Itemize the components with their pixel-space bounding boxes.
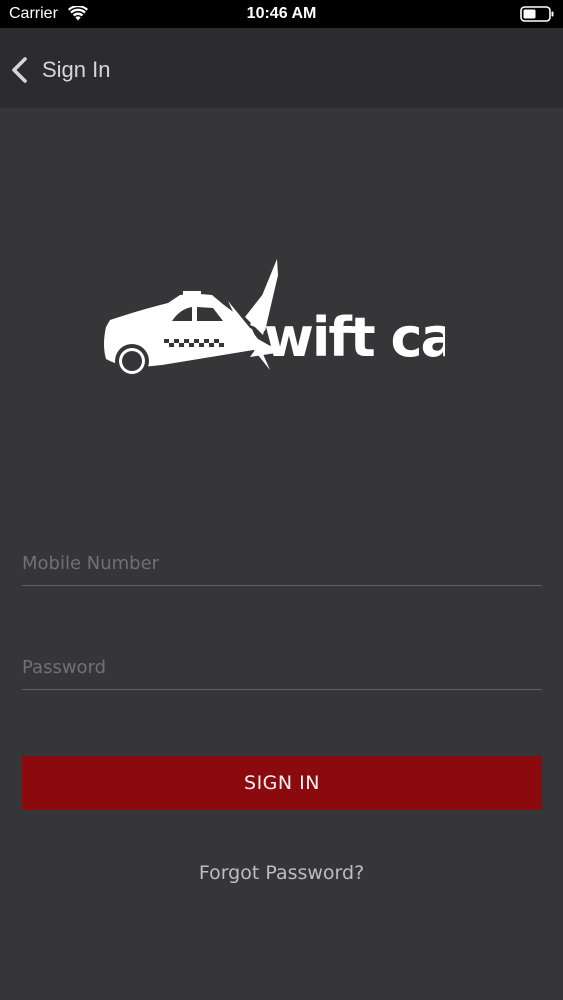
sign-in-button[interactable]: SIGN IN [22,756,542,810]
chevron-left-icon [12,57,27,83]
password-field [22,646,542,690]
swift-cab-logo: wift cab [104,259,445,378]
svg-text:wift cab: wift cab [264,306,445,369]
battery-icon [520,6,554,22]
status-time: 10:46 AM [246,5,317,22]
status-bar: Carrier 10:46 AM [0,0,563,28]
forgot-password-link[interactable]: Forgot Password? [0,862,563,884]
password-input[interactable] [22,646,542,689]
back-button[interactable]: Sign In [10,50,160,90]
page-title: Sign In [42,57,111,82]
navigation-bar: Sign In [0,28,563,108]
mobile-number-input[interactable] [22,542,542,585]
mobile-number-field [22,542,542,586]
sign-in-screen: Carrier 10:46 AM Sign In wift ca Mobile … [0,0,563,1000]
